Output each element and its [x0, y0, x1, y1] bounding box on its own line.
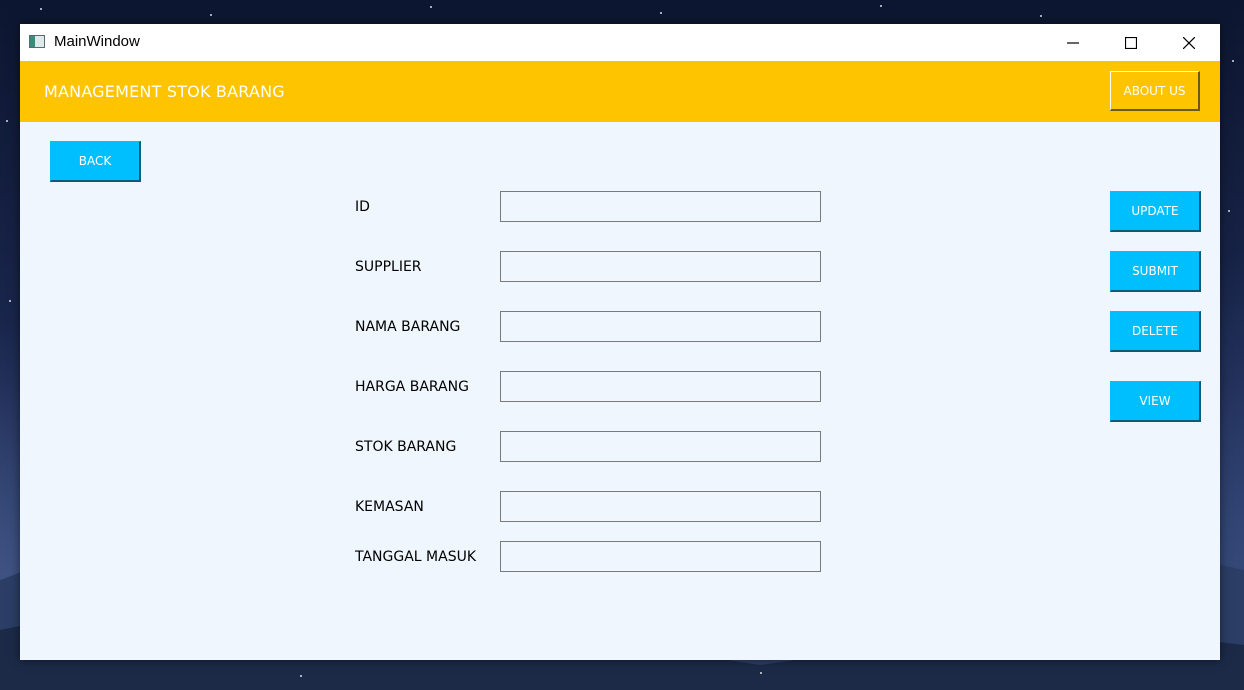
minimize-button[interactable]: [1044, 24, 1102, 61]
id-label: ID: [355, 199, 370, 215]
window-title: MainWindow: [54, 33, 140, 50]
star: [210, 14, 212, 16]
close-icon: [1183, 36, 1195, 49]
star: [40, 8, 42, 10]
kemasan-input[interactable]: [500, 491, 821, 522]
nama-barang-input[interactable]: [500, 311, 821, 342]
harga-barang-label: HARGA BARANG: [355, 379, 469, 395]
supplier-input[interactable]: [500, 251, 821, 282]
tanggal-masuk-label: TANGGAL MASUK: [355, 549, 477, 565]
back-button[interactable]: BACK: [50, 141, 141, 182]
star: [760, 672, 762, 674]
star: [1232, 60, 1234, 62]
view-button[interactable]: VIEW: [1110, 381, 1201, 422]
nama-barang-label: NAMA BARANG: [355, 319, 461, 335]
title-bar[interactable]: MainWindow: [20, 24, 1220, 61]
stok-barang-input[interactable]: [500, 431, 821, 462]
star: [1040, 15, 1042, 17]
page-title: MANAGEMENT STOK BARANG: [44, 82, 285, 101]
header-bar: MANAGEMENT STOK BARANG ABOUT US: [20, 61, 1220, 122]
minimize-icon: [1067, 41, 1079, 44]
delete-button[interactable]: DELETE: [1110, 311, 1201, 352]
stok-barang-label: STOK BARANG: [355, 439, 457, 455]
app-window-icon: [29, 35, 45, 48]
main-window: MainWindow MANAGEMENT STOK BARANG ABOUT …: [20, 24, 1220, 660]
supplier-label: SUPPLIER: [355, 259, 422, 275]
tanggal-masuk-input[interactable]: [500, 541, 821, 572]
id-input[interactable]: [500, 191, 821, 222]
star: [880, 5, 882, 7]
star: [430, 6, 432, 8]
star: [300, 675, 302, 677]
star: [1228, 210, 1230, 212]
star: [6, 120, 8, 122]
harga-barang-input[interactable]: [500, 371, 821, 402]
maximize-icon: [1125, 36, 1137, 49]
close-button[interactable]: [1160, 24, 1218, 61]
submit-button[interactable]: SUBMIT: [1110, 251, 1201, 292]
update-button[interactable]: UPDATE: [1110, 191, 1201, 232]
star: [9, 300, 11, 302]
kemasan-label: KEMASAN: [355, 499, 424, 515]
about-us-button[interactable]: ABOUT US: [1110, 71, 1200, 111]
maximize-button[interactable]: [1102, 24, 1160, 61]
star: [660, 12, 662, 14]
